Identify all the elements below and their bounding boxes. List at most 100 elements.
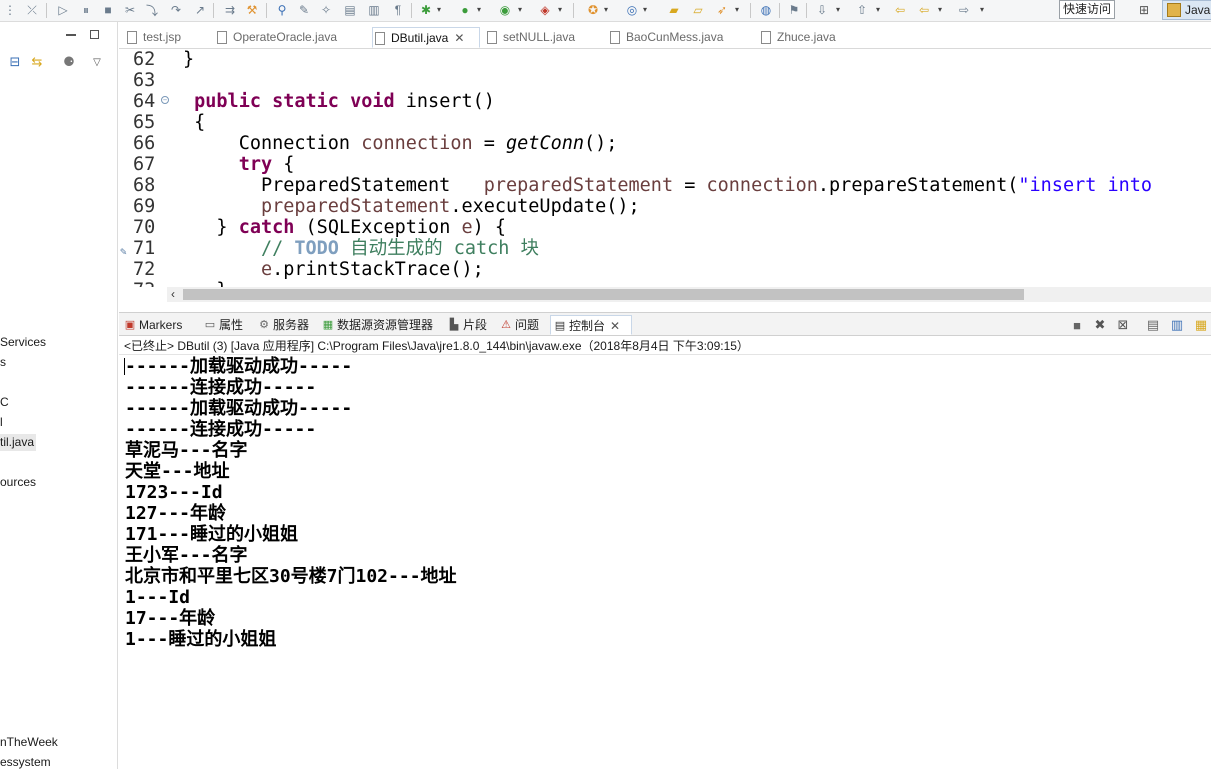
tree-item[interactable]: C: [0, 394, 9, 411]
code-editor[interactable]: 62} 63 64− public static void insert() 65 {…: [119, 49, 1211, 287]
tab-markers[interactable]: ▣ Markers: [121, 315, 183, 335]
scroll-left-icon[interactable]: ‹: [171, 287, 175, 302]
run-dropdown-icon[interactable]: ▾: [477, 5, 485, 15]
minimize-icon[interactable]: [66, 34, 76, 36]
remove-launch-icon[interactable]: ✖: [1092, 317, 1108, 333]
tab-properties[interactable]: ▭ 属性: [201, 315, 243, 335]
back-icon[interactable]: ⇦: [916, 2, 932, 18]
pen-icon[interactable]: ✎: [296, 2, 312, 18]
new-project-dropdown-icon[interactable]: ▾: [604, 5, 612, 15]
tab-snippets[interactable]: ▙ 片段: [445, 315, 487, 335]
editor-tab-zhuce[interactable]: Zhuce.java: [759, 27, 836, 48]
editor-horizontal-scrollbar[interactable]: ‹: [167, 287, 1211, 302]
clear-console-icon[interactable]: ▤: [1145, 317, 1161, 333]
step-over-icon[interactable]: ↷: [168, 2, 184, 18]
build-icon[interactable]: ⚒: [244, 2, 260, 18]
tree-item[interactable]: l: [0, 414, 3, 431]
pin-icon[interactable]: ⚲: [274, 2, 290, 18]
scroll-lock-icon[interactable]: ▥: [1169, 317, 1185, 333]
forward-dropdown-icon[interactable]: ▾: [980, 5, 988, 15]
coverage-dropdown-icon[interactable]: ▾: [518, 5, 526, 15]
tab-problems[interactable]: ⚠ 问题: [497, 315, 539, 335]
quick-access-input[interactable]: 快速访问: [1059, 0, 1115, 19]
next-annotation-icon[interactable]: ⇩: [814, 2, 830, 18]
open-type-icon[interactable]: ▰: [666, 2, 682, 18]
editor-tab-baocunmess[interactable]: BaoCunMess.java: [608, 27, 723, 48]
step-into-icon[interactable]: ⤵: [144, 2, 160, 18]
view-menu-icon[interactable]: ▽: [89, 54, 105, 70]
resume-icon[interactable]: ▷: [55, 2, 71, 18]
tree-item[interactable]: Services: [0, 334, 46, 351]
search-icon[interactable]: ⚑: [786, 2, 802, 18]
use-step-filters-icon[interactable]: ⇉: [222, 2, 238, 18]
code-line[interactable]: 67 try {: [119, 154, 1211, 175]
tree-item[interactable]: ources: [0, 474, 36, 491]
back-dropdown-icon[interactable]: ▾: [938, 5, 946, 15]
disconnect-icon[interactable]: ✂: [122, 2, 138, 18]
format-icon[interactable]: ¶: [390, 2, 406, 18]
external-tools-dropdown-icon[interactable]: ▾: [558, 5, 566, 15]
close-icon[interactable]: ✕: [610, 319, 620, 333]
coverage-icon[interactable]: ◉: [497, 2, 513, 18]
editor-tab-test-jsp[interactable]: test.jsp: [125, 27, 181, 48]
tree-item[interactable]: s: [0, 354, 6, 371]
tree-item[interactable]: essystem: [0, 754, 51, 769]
java-perspective-button[interactable]: Java: [1162, 0, 1211, 20]
tab-console[interactable]: ▤ 控制台 ✕: [550, 315, 632, 335]
word-wrap-icon[interactable]: ▦: [1193, 317, 1209, 333]
new-java-project-icon[interactable]: ✪: [585, 2, 601, 18]
code-line[interactable]: 66 Connection connection = getConn();: [119, 133, 1211, 154]
run-icon[interactable]: ●: [457, 2, 473, 18]
code-line[interactable]: 63: [119, 70, 1211, 91]
tree-item[interactable]: nTheWeek: [0, 734, 58, 751]
collapse-all-icon[interactable]: ⊟: [7, 54, 23, 70]
code-line[interactable]: 68 PreparedStatement preparedStatement =…: [119, 175, 1211, 196]
terminate-icon[interactable]: ■: [100, 2, 116, 18]
step-return-icon[interactable]: ↗: [192, 2, 208, 18]
console-output[interactable]: ------加载驱动成功----- ------连接成功----- ------加载…: [119, 356, 1211, 769]
external-tools-icon[interactable]: ◈: [537, 2, 553, 18]
terminate-icon[interactable]: ■: [1069, 317, 1085, 333]
open-task-icon[interactable]: ▱: [690, 2, 706, 18]
suspend-icon[interactable]: ⏸: [78, 2, 94, 18]
code-line[interactable]: 69 preparedStatement.executeUpdate();: [119, 196, 1211, 217]
maximize-icon[interactable]: [90, 30, 99, 39]
link-with-editor-icon[interactable]: ⇆: [29, 54, 45, 70]
last-edit-location-icon[interactable]: ⇦: [892, 2, 908, 18]
tab-servers[interactable]: ⚙ 服务器: [255, 315, 309, 335]
fold-toggle-icon[interactable]: −: [161, 96, 169, 104]
close-icon[interactable]: ✕: [454, 31, 464, 45]
previous-annotation-icon[interactable]: ⇧: [854, 2, 870, 18]
debug-icon[interactable]: ✱: [418, 2, 434, 18]
tree-item-selected[interactable]: til.java: [0, 434, 36, 451]
forward-icon[interactable]: ⇨: [956, 2, 972, 18]
code-line[interactable]: ✎ 71 // TODO 自动生成的 catch 块: [119, 238, 1211, 259]
tab-datasource-explorer[interactable]: ▦ 数据源资源管理器: [319, 315, 433, 335]
code-line[interactable]: 65 {: [119, 112, 1211, 133]
next-annotation-dropdown-icon[interactable]: ▾: [836, 5, 844, 15]
previous-annotation-dropdown-icon[interactable]: ▾: [876, 5, 884, 15]
code-line[interactable]: 70 } catch (SQLException e) {: [119, 217, 1211, 238]
deploy-icon[interactable]: ➶: [714, 2, 730, 18]
debug-dropdown-icon[interactable]: ▾: [437, 5, 445, 15]
editor-tab-setnull[interactable]: setNULL.java: [485, 27, 575, 48]
new-class-icon[interactable]: ◎: [624, 2, 640, 18]
code-line[interactable]: 72 e.printStackTrace();: [119, 259, 1211, 280]
template-icon[interactable]: ▤: [342, 2, 358, 18]
editor-tab-dbutil[interactable]: DButil.java ✕: [372, 27, 480, 48]
new-class-dropdown-icon[interactable]: ▾: [643, 5, 651, 15]
document-icon[interactable]: ▥: [366, 2, 382, 18]
open-web-browser-icon[interactable]: ◍: [758, 2, 774, 18]
remove-all-terminated-icon[interactable]: ⊠: [1115, 317, 1131, 333]
quick-fix-icon[interactable]: ✎: [120, 241, 133, 258]
focus-on-task-icon[interactable]: ⚈: [61, 54, 77, 70]
editor-tab-operateoracle[interactable]: OperateOracle.java: [215, 27, 337, 48]
tools-icon[interactable]: ✧: [318, 2, 334, 18]
code-line[interactable]: 62}: [119, 49, 1211, 70]
code-line[interactable]: 73 }: [119, 280, 1211, 287]
scrollbar-thumb[interactable]: [183, 289, 1024, 300]
skip-breakpoints-icon[interactable]: ⤫: [24, 2, 40, 18]
code-line[interactable]: 64− public static void insert(): [119, 91, 1211, 112]
deploy-dropdown-icon[interactable]: ▾: [735, 5, 743, 15]
open-perspective-icon[interactable]: ⊞: [1134, 1, 1154, 19]
